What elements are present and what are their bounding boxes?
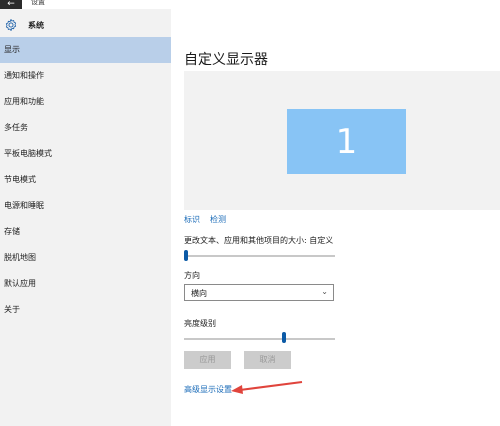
scale-slider-track[interactable] xyxy=(184,255,335,257)
sidebar-item-apps[interactable]: 应用和功能 xyxy=(0,89,171,115)
sidebar-item-power-sleep[interactable]: 电源和睡眠 xyxy=(0,193,171,219)
brightness-label: 亮度级别 xyxy=(184,319,216,328)
window-title: 设置 xyxy=(31,0,45,6)
back-button[interactable]: ← xyxy=(0,0,22,9)
nav-list: 显示 通知和操作 应用和功能 多任务 平板电脑模式 节电模式 电源和睡眠 存储 … xyxy=(0,37,171,323)
orientation-select[interactable]: 横向 ⌄ xyxy=(184,284,334,301)
sidebar-item-notifications[interactable]: 通知和操作 xyxy=(0,63,171,89)
identify-link[interactable]: 标识 xyxy=(184,214,200,225)
scale-slider-thumb[interactable] xyxy=(184,250,188,261)
back-arrow-icon: ← xyxy=(7,0,15,9)
cancel-button[interactable]: 取消 xyxy=(244,351,291,369)
sidebar-item-tablet-mode[interactable]: 平板电脑模式 xyxy=(0,141,171,167)
orientation-value: 横向 xyxy=(191,289,207,298)
advanced-display-settings-link[interactable]: 高级显示设置 xyxy=(184,384,232,395)
sidebar-item-multitasking[interactable]: 多任务 xyxy=(0,115,171,141)
detect-link[interactable]: 检测 xyxy=(210,214,226,225)
sidebar-item-offline-maps[interactable]: 脱机地图 xyxy=(0,245,171,271)
sidebar-item-about[interactable]: 关于 xyxy=(0,297,171,323)
sidebar: 系统 显示 通知和操作 应用和功能 多任务 平板电脑模式 节电模式 电源和睡眠 … xyxy=(0,9,171,426)
orientation-label: 方向 xyxy=(184,271,200,280)
sidebar-header-label: 系统 xyxy=(28,20,44,30)
monitor-tile[interactable]: 1 xyxy=(287,109,406,174)
brightness-slider-thumb[interactable] xyxy=(282,332,287,343)
scale-label: 更改文本、应用和其他项目的大小: 自定义 xyxy=(184,236,334,245)
display-preview-area: 1 xyxy=(184,71,500,210)
sidebar-header: 系统 xyxy=(4,17,44,33)
sidebar-item-display[interactable]: 显示 xyxy=(0,37,171,63)
monitor-number: 1 xyxy=(335,121,358,162)
sidebar-item-default-apps[interactable]: 默认应用 xyxy=(0,271,171,297)
sidebar-item-storage[interactable]: 存储 xyxy=(0,219,171,245)
sidebar-item-battery-saver[interactable]: 节电模式 xyxy=(0,167,171,193)
apply-button[interactable]: 应用 xyxy=(184,351,231,369)
gear-icon xyxy=(5,19,17,31)
title-bar: ← 设置 xyxy=(0,0,500,9)
brightness-slider-track[interactable] xyxy=(184,338,335,340)
annotation-arrow-icon xyxy=(231,381,303,394)
page-title: 自定义显示器 xyxy=(184,52,268,68)
chevron-down-icon: ⌄ xyxy=(321,287,328,296)
